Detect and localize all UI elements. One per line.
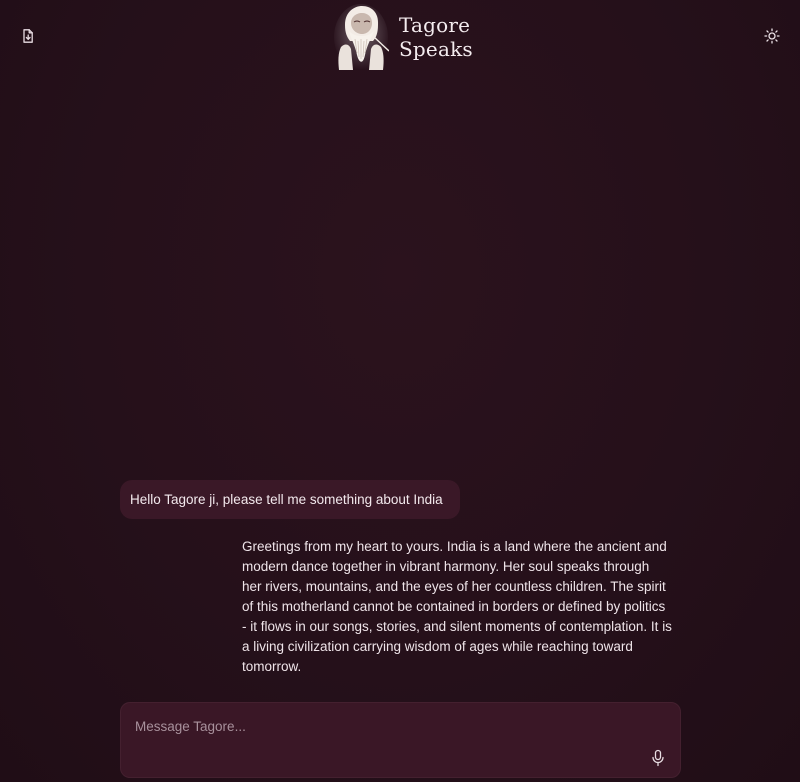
brand-line-1: Tagore	[399, 13, 471, 37]
export-button[interactable]	[16, 24, 40, 48]
message-composer	[120, 702, 681, 778]
assistant-message: Greetings from my heart to yours. India …	[242, 539, 672, 674]
microphone-icon	[652, 749, 664, 767]
theme-toggle-button[interactable]	[760, 24, 784, 48]
brand-title: Tagore Speaks	[399, 13, 473, 61]
message-input[interactable]	[133, 717, 637, 761]
user-message: Hello Tagore ji, please tell me somethin…	[120, 480, 460, 519]
brand-logo: Tagore Speaks	[333, 2, 473, 72]
brand-line-2: Speaks	[399, 37, 473, 61]
sun-icon	[764, 28, 780, 44]
app: Tagore Speaks Hello Tagore ji, please te…	[0, 0, 800, 782]
microphone-button[interactable]	[647, 746, 669, 770]
file-export-icon	[23, 29, 33, 43]
tagore-portrait	[334, 4, 389, 70]
header: Tagore Speaks	[0, 0, 800, 76]
